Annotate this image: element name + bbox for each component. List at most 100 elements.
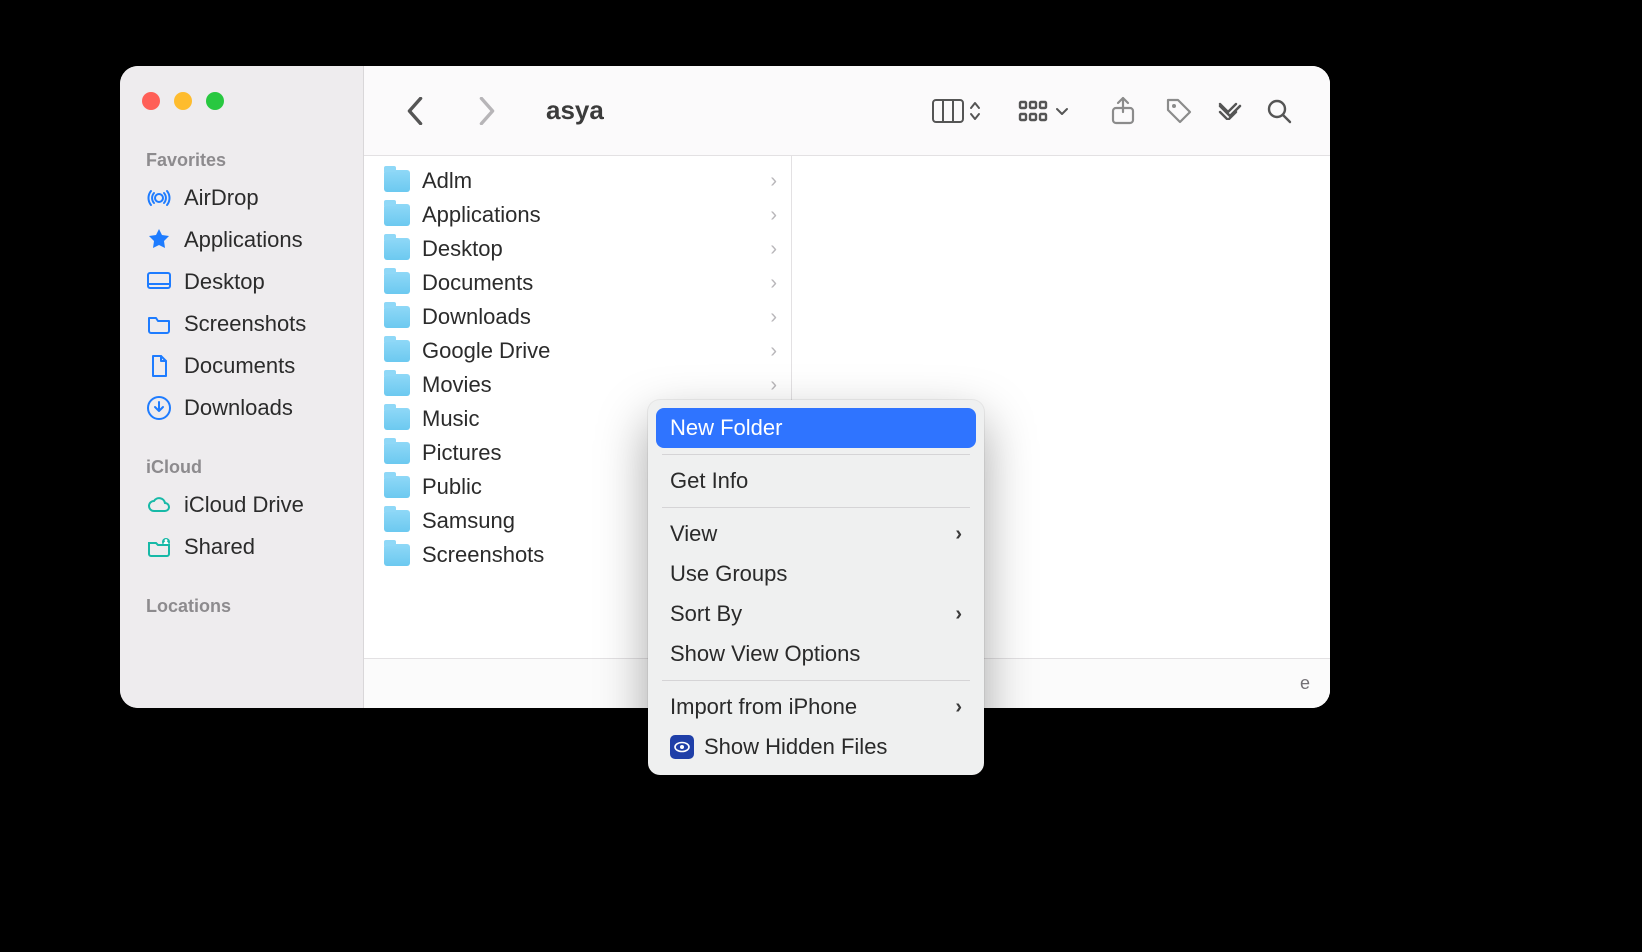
menu-item-import-from-iphone[interactable]: Import from iPhone ›: [656, 687, 976, 727]
menu-separator: [662, 680, 970, 681]
window-controls: [120, 92, 363, 110]
menu-item-label: Show Hidden Files: [704, 734, 887, 760]
back-button[interactable]: [392, 91, 438, 131]
menu-item-get-info[interactable]: Get Info: [656, 461, 976, 501]
folder-icon: [384, 340, 410, 362]
folder-icon: [384, 204, 410, 226]
search-button[interactable]: [1256, 91, 1302, 131]
folder-name: Music: [422, 406, 479, 432]
folder-name: Downloads: [422, 304, 531, 330]
menu-item-sort-by[interactable]: Sort By ›: [656, 594, 976, 634]
folder-row[interactable]: Google Drive ›: [364, 334, 791, 368]
group-by-button[interactable]: [1018, 99, 1070, 123]
share-button[interactable]: [1100, 91, 1146, 131]
sidebar-item-label: Shared: [184, 534, 255, 560]
desktop-icon: [146, 269, 172, 295]
cloud-icon: [146, 492, 172, 518]
chevron-down-icon: [1054, 103, 1070, 119]
menu-item-label: Sort By: [670, 601, 742, 627]
close-window-button[interactable]: [142, 92, 160, 110]
sidebar-item-downloads[interactable]: Downloads: [120, 387, 363, 429]
overflow-button[interactable]: [1212, 91, 1246, 131]
folder-icon: [384, 272, 410, 294]
folder-name: Movies: [422, 372, 492, 398]
folder-name: Samsung: [422, 508, 515, 534]
airdrop-icon: [146, 185, 172, 211]
menu-item-label: Use Groups: [670, 561, 787, 587]
minimize-window-button[interactable]: [174, 92, 192, 110]
folder-name: Google Drive: [422, 338, 550, 364]
sidebar-item-label: AirDrop: [184, 185, 259, 211]
folder-icon: [384, 408, 410, 430]
sidebar-item-label: Applications: [184, 227, 303, 253]
menu-item-new-folder[interactable]: New Folder: [656, 408, 976, 448]
chevron-right-icon: ›: [770, 374, 777, 397]
folder-row[interactable]: Downloads ›: [364, 300, 791, 334]
folder-row[interactable]: Documents ›: [364, 266, 791, 300]
chevron-right-icon: ›: [770, 306, 777, 329]
folder-icon: [384, 476, 410, 498]
status-text-fragment: e: [1300, 673, 1310, 694]
menu-item-label: Import from iPhone: [670, 694, 857, 720]
folder-name: Documents: [422, 270, 533, 296]
folder-name: Pictures: [422, 440, 501, 466]
forward-button[interactable]: [464, 91, 510, 131]
folder-icon: [146, 311, 172, 337]
chevron-right-icon: ›: [955, 696, 962, 719]
folder-icon: [384, 306, 410, 328]
folder-name: Applications: [422, 202, 541, 228]
sidebar-item-label: Documents: [184, 353, 295, 379]
downloads-icon: [146, 395, 172, 421]
chevron-right-icon: ›: [770, 204, 777, 227]
menu-item-show-view-options[interactable]: Show View Options: [656, 634, 976, 674]
folder-icon: [384, 510, 410, 532]
menu-item-use-groups[interactable]: Use Groups: [656, 554, 976, 594]
sidebar-item-shared[interactable]: Shared: [120, 526, 363, 568]
folder-icon: [384, 374, 410, 396]
sidebar-item-label: Desktop: [184, 269, 265, 295]
menu-item-label: Show View Options: [670, 641, 860, 667]
sidebar-item-airdrop[interactable]: AirDrop: [120, 177, 363, 219]
chevron-right-icon: ›: [770, 272, 777, 295]
chevron-updown-icon: [968, 98, 982, 124]
apps-icon: [146, 227, 172, 253]
sidebar-item-label: Downloads: [184, 395, 293, 421]
window-title: asya: [546, 95, 604, 126]
shared-icon: [146, 534, 172, 560]
menu-separator: [662, 507, 970, 508]
folder-row[interactable]: Adlm ›: [364, 164, 791, 198]
folder-row[interactable]: Applications ›: [364, 198, 791, 232]
sidebar-item-screenshots[interactable]: Screenshots: [120, 303, 363, 345]
folder-name: Screenshots: [422, 542, 544, 568]
doc-icon: [146, 353, 172, 379]
menu-item-label: New Folder: [670, 415, 782, 441]
sidebar-item-label: Screenshots: [184, 311, 306, 337]
folder-row[interactable]: Desktop›: [364, 232, 791, 266]
chevron-right-icon: ›: [770, 170, 777, 193]
menu-item-label: View: [670, 521, 717, 547]
chevron-right-icon: ›: [955, 523, 962, 546]
sidebar-section-label: Favorites: [120, 140, 363, 177]
folder-icon: [384, 238, 410, 260]
toolbar: asya: [364, 66, 1330, 156]
sidebar-section-label: iCloud: [120, 447, 363, 484]
view-mode-control[interactable]: [932, 98, 982, 124]
chevron-right-icon: ›: [955, 603, 962, 626]
sidebar-item-icloud-drive[interactable]: iCloud Drive: [120, 484, 363, 526]
tags-button[interactable]: [1156, 91, 1202, 131]
sidebar: Favorites AirDrop Applications Desktop Scree…: [120, 66, 364, 708]
menu-item-show-hidden-files[interactable]: Show Hidden Files: [656, 727, 976, 767]
menu-separator: [662, 454, 970, 455]
chevron-right-icon: ›: [770, 340, 777, 363]
sidebar-item-desktop[interactable]: Desktop: [120, 261, 363, 303]
menu-item-view[interactable]: View ›: [656, 514, 976, 554]
zoom-window-button[interactable]: [206, 92, 224, 110]
sidebar-item-documents[interactable]: Documents: [120, 345, 363, 387]
folder-name: Public: [422, 474, 482, 500]
sidebar-section-label: Locations: [120, 586, 363, 623]
folder-icon: [384, 544, 410, 566]
folder-row[interactable]: Movies ›: [364, 368, 791, 402]
sidebar-item-applications[interactable]: Applications: [120, 219, 363, 261]
menu-item-label: Get Info: [670, 468, 748, 494]
folder-name: Adlm: [422, 168, 472, 194]
